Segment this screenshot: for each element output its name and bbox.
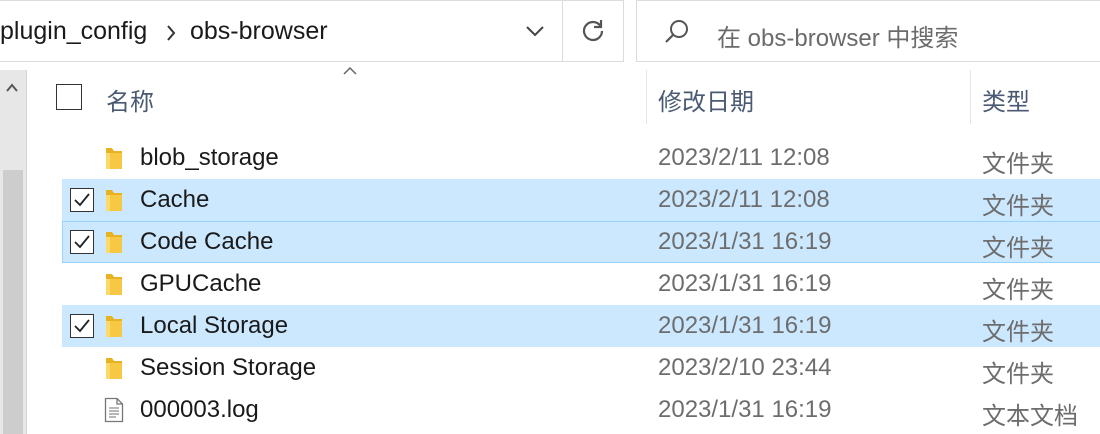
navigation-pane-scrollbar[interactable] [0,70,27,434]
file-type: 文件夹 [982,277,1054,304]
refresh-button[interactable] [563,1,623,61]
row-checkbox[interactable] [70,188,94,212]
search-box[interactable]: 在 obs-browser 中搜索 [636,0,1100,62]
text-file-icon [104,397,124,423]
folder-icon [104,229,124,255]
address-history-dropdown[interactable] [508,1,562,61]
file-row[interactable]: Cache 2023/2/11 12:08 文件夹 [62,179,1100,221]
file-modified-date: 2023/2/10 23:44 [658,354,832,381]
file-name[interactable]: Session Storage [140,354,316,382]
select-all-checkbox[interactable] [56,84,82,110]
folder-icon [104,271,124,297]
scroll-up-arrow-icon[interactable] [5,82,19,94]
column-header-date-label: 修改日期 [658,89,754,116]
file-modified-date: 2023/1/31 16:19 [658,312,832,339]
row-checkbox[interactable] [70,230,94,254]
file-name[interactable]: 000003.log [140,396,259,424]
address-bar[interactable]: plugin_config obs-browser [0,0,624,62]
row-checkbox[interactable] [70,314,94,338]
file-name[interactable]: Code Cache [140,228,273,256]
file-name[interactable]: GPUCache [140,270,261,298]
folder-icon [104,145,124,171]
file-row[interactable]: Session Storage 2023/2/10 23:44 文件夹 [62,347,1100,389]
refresh-icon [582,20,604,42]
file-type: 文件夹 [982,193,1054,220]
file-type: 文件夹 [982,151,1054,178]
folder-icon [104,187,124,213]
scrollbar-thumb[interactable] [3,170,23,434]
folder-icon [104,355,124,381]
file-name[interactable]: blob_storage [140,144,279,172]
search-icon [665,20,688,43]
file-modified-date: 2023/1/31 16:19 [658,228,832,255]
column-header-type[interactable]: 类型 [970,70,1100,124]
file-row[interactable]: Code Cache 2023/1/31 16:19 文件夹 [62,221,1100,263]
file-row[interactable]: GPUCache 2023/1/31 16:19 文件夹 [62,263,1100,305]
file-row[interactable]: blob_storage 2023/2/11 12:08 文件夹 [62,137,1100,179]
column-header-name-label: 名称 [106,89,154,116]
column-header-type-label: 类型 [982,89,1030,116]
file-modified-date: 2023/1/31 16:19 [658,396,832,423]
file-modified-date: 2023/2/11 12:08 [658,144,830,171]
file-modified-date: 2023/1/31 16:19 [658,270,832,297]
file-explorer: plugin_config obs-browser 在 obs-browser … [0,0,1100,434]
column-header-date[interactable]: 修改日期 [646,70,970,124]
file-type: 文件夹 [982,361,1054,388]
chevron-down-icon [526,26,544,37]
file-row[interactable]: Local Storage 2023/1/31 16:19 文件夹 [62,305,1100,347]
search-input[interactable]: 在 obs-browser 中搜索 [717,18,958,53]
file-type: 文件夹 [982,319,1054,346]
breadcrumb-plugin-config[interactable]: plugin_config [0,17,147,46]
column-header-name[interactable]: 名称 [96,70,646,124]
file-type: 文本文档 [982,403,1078,430]
file-name[interactable]: Cache [140,186,209,214]
folder-icon [104,313,124,339]
file-name[interactable]: Local Storage [140,312,288,340]
file-modified-date: 2023/2/11 12:08 [658,186,830,213]
breadcrumb-obs-browser[interactable]: obs-browser [190,17,328,46]
file-type: 文件夹 [982,235,1054,262]
chevron-right-icon[interactable] [163,23,179,43]
file-row[interactable]: 000003.log 2023/1/31 16:19 文本文档 [62,389,1100,431]
